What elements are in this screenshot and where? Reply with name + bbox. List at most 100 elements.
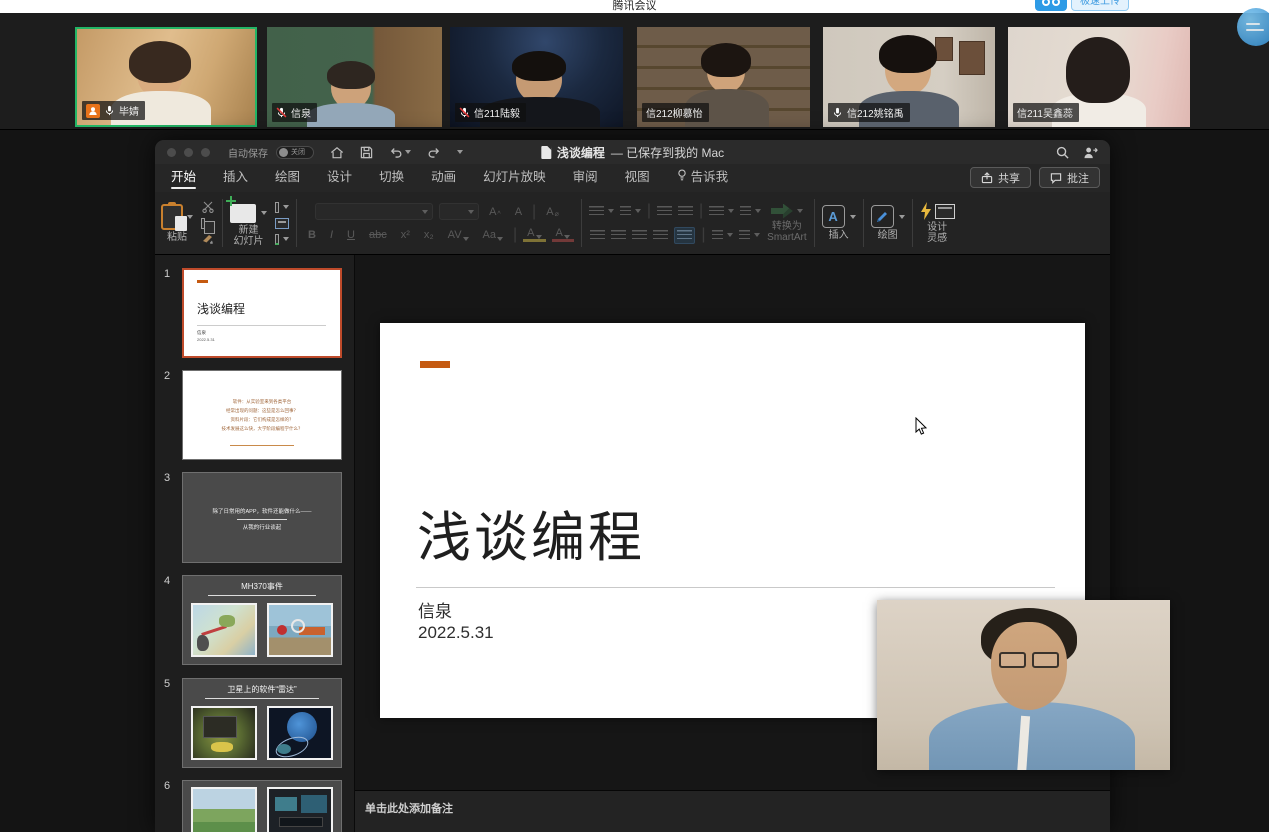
participant-video-5[interactable]: 信212姚铭禹 <box>823 27 995 127</box>
notes-pane[interactable]: 单击此处添加备注 <box>355 790 1110 832</box>
participant-figure <box>327 61 375 89</box>
slide-thumbnail-6[interactable] <box>182 780 342 832</box>
numbering-button[interactable] <box>620 206 641 217</box>
slide-thumbnail-4[interactable]: MH370事件 <box>182 575 342 665</box>
align-left-button[interactable] <box>590 230 605 241</box>
ribbon-tabs: 开始 插入 绘图 设计 切换 动画 幻灯片放映 审阅 视图 告诉我 <box>155 164 1110 192</box>
cut-button[interactable] <box>201 201 215 213</box>
notes-placeholder[interactable]: 单击此处添加备注 <box>365 803 453 815</box>
upload-extension[interactable]: 极速上传 <box>1035 0 1129 11</box>
clear-formatting-button[interactable]: A⌀ <box>542 206 563 218</box>
format-painter-button[interactable] <box>201 233 215 245</box>
mic-on-icon <box>832 107 843 118</box>
draw-button[interactable]: 绘图 <box>871 205 905 241</box>
paste-button[interactable]: 粘贴 <box>161 204 193 243</box>
tab-home[interactable]: 开始 <box>171 166 196 192</box>
new-slide-button[interactable]: 新建幻灯片 <box>230 200 267 247</box>
tab-insert[interactable]: 插入 <box>223 166 248 192</box>
tab-design[interactable]: 设计 <box>327 166 352 192</box>
thumb-title: 浅谈编程 <box>197 300 245 317</box>
tab-review[interactable]: 审阅 <box>573 166 598 192</box>
share-button[interactable]: 共享 <box>970 167 1031 188</box>
close-button[interactable] <box>167 148 176 157</box>
decrease-font-button[interactable]: A <box>511 206 526 218</box>
undo-button[interactable] <box>389 146 411 159</box>
participant-video-1[interactable]: 毕婧 <box>75 27 257 127</box>
font-size-select[interactable] <box>439 203 479 220</box>
reset-button[interactable] <box>275 217 289 229</box>
participant-video-2[interactable]: 信泉 <box>267 27 442 127</box>
superscript-button[interactable]: x² <box>397 229 414 241</box>
italic-button[interactable]: I <box>326 229 337 241</box>
tab-slideshow[interactable]: 幻灯片放映 <box>483 166 546 192</box>
floating-assistant-ball[interactable] <box>1237 8 1269 46</box>
share-profile-icon[interactable] <box>1083 146 1098 159</box>
underline-button[interactable]: U <box>343 229 359 241</box>
bold-button[interactable]: B <box>304 229 320 241</box>
decrease-indent-button[interactable] <box>657 206 672 217</box>
pencil-icon <box>871 205 894 228</box>
text-direction-button[interactable] <box>740 206 761 217</box>
increase-font-button[interactable]: A^ <box>485 206 505 218</box>
convert-smartart-button[interactable]: 转换为SmartArt <box>767 204 806 243</box>
change-case-button[interactable]: Aa <box>479 229 507 241</box>
autosave-toggle[interactable]: 关闭 <box>276 146 314 159</box>
home-button[interactable] <box>330 146 344 159</box>
columns-button[interactable] <box>712 230 733 241</box>
layout-button[interactable] <box>275 201 289 213</box>
justify-button[interactable] <box>653 230 668 241</box>
text-highlight-button[interactable]: A <box>523 227 545 242</box>
font-color-button[interactable]: A <box>552 227 574 242</box>
presenter-video-overlay[interactable] <box>877 600 1170 770</box>
slide-title[interactable]: 浅谈编程 <box>417 493 645 572</box>
slide-thumbnail-1[interactable]: 浅谈编程 信泉 2022.5.31 <box>182 268 342 358</box>
character-spacing-button[interactable]: AV <box>444 229 473 241</box>
bullets-button[interactable] <box>589 206 614 217</box>
tab-animations[interactable]: 动画 <box>431 166 456 192</box>
save-button[interactable] <box>360 146 373 159</box>
tab-transitions[interactable]: 切换 <box>379 166 404 192</box>
wall-frame <box>959 41 985 75</box>
tab-draw[interactable]: 绘图 <box>275 166 300 192</box>
section-icon <box>275 234 279 245</box>
subscript-button[interactable]: x₂ <box>420 229 438 241</box>
zoom-button[interactable] <box>201 148 210 157</box>
tab-tell-me[interactable]: 告诉我 <box>677 166 729 192</box>
participant-name: 信211吴鑫蕊 <box>1017 105 1073 120</box>
copy-button[interactable] <box>201 217 215 229</box>
search-icon[interactable] <box>1056 146 1069 159</box>
paste-clipboard-icon <box>161 204 183 230</box>
comments-button[interactable]: 批注 <box>1039 167 1100 188</box>
tab-view[interactable]: 视图 <box>625 166 650 192</box>
insert-textbox-button[interactable]: A 插入 <box>822 205 856 241</box>
participant-video-3[interactable]: 信211陆毅 <box>450 27 623 127</box>
design-ideas-button[interactable]: 设计灵感 <box>920 202 955 244</box>
upload-button[interactable]: 极速上传 <box>1071 0 1129 11</box>
slide-thumbnail-3[interactable]: 除了日常用的APP，软件还能做什么—— 从我的行业谈起 <box>182 472 342 563</box>
new-slide-dropdown[interactable] <box>261 211 267 215</box>
layout-icon <box>275 202 279 213</box>
participant-video-4[interactable]: 信212柳慕怡 <box>637 27 810 127</box>
slide-thumbnail-5[interactable]: 卫星上的软件“雷达” <box>182 678 342 768</box>
extension-logo-icon[interactable] <box>1035 0 1067 11</box>
strikethrough-button[interactable]: abc <box>365 229 391 241</box>
paragraph-group: | | | <box>589 202 761 244</box>
paste-dropdown[interactable] <box>187 215 193 219</box>
section-button[interactable] <box>275 233 289 245</box>
font-name-select[interactable] <box>315 203 433 220</box>
increase-indent-button[interactable] <box>678 206 693 217</box>
line-spacing-button[interactable] <box>709 206 734 217</box>
minimize-button[interactable] <box>184 148 193 157</box>
quick-access-options-chevron[interactable] <box>457 150 463 154</box>
slide-date[interactable]: 2022.5.31 <box>418 623 494 643</box>
center-button[interactable] <box>611 230 626 241</box>
undo-dropdown[interactable] <box>405 150 411 154</box>
participant-video-6[interactable]: 信211吴鑫蕊 <box>1008 27 1190 127</box>
thumb-text-line: 从我的行业谈起 <box>183 523 341 531</box>
align-text-button[interactable] <box>739 230 760 241</box>
slide-author[interactable]: 信泉 <box>418 597 452 622</box>
redo-button[interactable] <box>427 146 441 159</box>
slide-thumbnail-2[interactable]: 软件：从实验室来到各类平台 经常出现的问题：这些是怎么回事？ 资料片段：它们构成… <box>182 370 342 460</box>
align-right-button[interactable] <box>632 230 647 241</box>
justify-distributed-button[interactable] <box>674 227 695 244</box>
